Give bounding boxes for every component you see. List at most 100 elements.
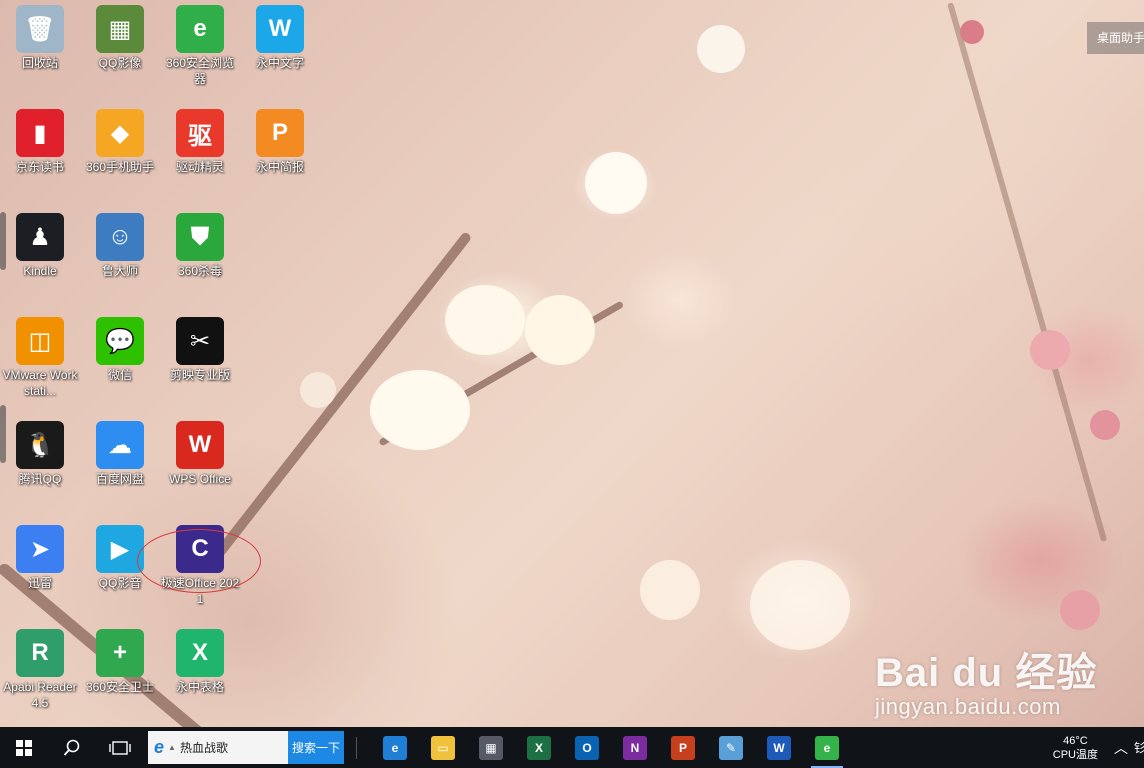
desktop-icon[interactable]: W WPS Office <box>160 421 240 487</box>
cpu-temperature[interactable]: 46°C CPU温度 <box>1053 734 1098 762</box>
desktop-icon-label: 腾讯QQ <box>18 472 62 486</box>
taskbar-app-word[interactable]: W <box>755 727 803 768</box>
taskbar-app-outlook[interactable]: O <box>563 727 611 768</box>
taskbar: e ▲ 热血战歌 搜索一下 e ▭ ▦ X O N P ✎ We 46°C CPU温度 ︿ 钐 <box>0 727 1144 768</box>
app-icon: W <box>256 5 304 53</box>
desktop-icon[interactable]: R Apabi Reader 4.5 <box>0 629 80 711</box>
blossom <box>1030 330 1070 370</box>
blossom <box>585 152 647 214</box>
app-icon: e <box>176 5 224 53</box>
blossom <box>370 370 470 450</box>
dropdown-arrow-icon: ▲ <box>168 743 176 752</box>
desktop-icon[interactable]: ⛊ 360杀毒 <box>160 213 240 279</box>
app-icon: ◫ <box>16 317 64 365</box>
desktop-icon[interactable]: ◫ VMware Workstati... <box>0 317 80 399</box>
desktop-icon[interactable]: ☁ 百度网盘 <box>80 421 160 487</box>
tray-expand-icon[interactable]: ︿ <box>1114 738 1128 758</box>
app-icon: 💬 <box>96 317 144 365</box>
desktop-icon-label: 京东读书 <box>15 160 64 174</box>
store-icon: ▦ <box>479 735 503 760</box>
desktop-icon[interactable]: +360安全卫士 <box>80 629 160 695</box>
app-icon: ▦ <box>96 5 144 53</box>
app-icon: 🐧 <box>16 421 64 469</box>
app-icon: W <box>176 421 224 469</box>
desktop-icon[interactable]: P 永中简报 <box>240 109 320 175</box>
watermark-brand: Bai du 经验 <box>875 651 1098 695</box>
desktop-icon-label: Kindle <box>23 264 57 278</box>
taskbar-search-box[interactable]: e ▲ 热血战歌 <box>148 731 288 764</box>
app-icon: 🗑 <box>16 5 64 53</box>
search-go-button[interactable]: 搜索一下 <box>288 731 344 764</box>
desktop-icon-label: 回收站 <box>21 56 58 70</box>
blossom <box>960 20 984 44</box>
desktop-icon-label: 永中表格 <box>175 680 224 694</box>
app-icon: ▮ <box>16 109 64 157</box>
desktop-icon[interactable]: ▦ QQ影像 <box>80 5 160 71</box>
blossom <box>525 295 595 365</box>
taskbar-app-file-explorer[interactable]: ▭ <box>419 727 467 768</box>
search-icon <box>63 739 80 756</box>
word-icon: W <box>767 735 791 760</box>
tray-ime-indicator[interactable]: 钐 <box>1134 739 1144 756</box>
desktop-icon[interactable]: 驱驱动精灵 <box>160 109 240 175</box>
taskbar-separator <box>356 736 357 759</box>
onenote-icon: N <box>623 735 647 760</box>
desktop-icon-label: QQ影像 <box>98 56 142 70</box>
desktop-assistant-tab[interactable]: 桌面助手 <box>1087 22 1144 54</box>
taskbar-app-edge[interactable]: e <box>371 727 419 768</box>
edge-icon: e <box>383 735 407 760</box>
branch-decoration <box>947 2 1108 543</box>
start-button[interactable] <box>0 727 48 768</box>
desktop-icon[interactable]: ➤ 迅雷 <box>0 525 80 591</box>
desktop-icon[interactable]: ▮ 京东读书 <box>0 109 80 175</box>
desktop-icon[interactable]: X 永中表格 <box>160 629 240 695</box>
taskbar-app-360-browser[interactable]: e <box>803 727 851 768</box>
desktop-icon-label: 360安全浏览器 <box>165 56 235 86</box>
search-button[interactable] <box>48 727 96 768</box>
desktop-icon-label: WPS Office <box>169 472 231 486</box>
desktop-icon-label: 剪映专业版 <box>169 368 230 382</box>
desktop-icon-label: 永中文字 <box>255 56 304 70</box>
taskbar-app-excel[interactable]: X <box>515 727 563 768</box>
desktop-icon-label: 百度网盘 <box>95 472 144 486</box>
ie-icon: e <box>154 737 165 757</box>
desktop-icon[interactable]: ◆ 360手机助手 <box>80 109 160 175</box>
desktop-icon-label: 永中简报 <box>255 160 304 174</box>
task-view-icon <box>109 740 131 755</box>
desktop-icon[interactable]: 💬 微信 <box>80 317 160 383</box>
desktop-icon-label: 鲁大师 <box>101 264 138 278</box>
outlook-icon: O <box>575 735 599 760</box>
desktop-icon[interactable]: ☺ 鲁大师 <box>80 213 160 279</box>
taskbar-app-store[interactable]: ▦ <box>467 727 515 768</box>
desktop-icon[interactable]: 🗑 回收站 <box>0 5 80 71</box>
blossom <box>697 25 745 73</box>
app-icon: ◆ <box>96 109 144 157</box>
powerpoint-icon: P <box>671 735 695 760</box>
app-icon: X <box>176 629 224 677</box>
desktop-icon[interactable]: e 360安全浏览器 <box>160 5 240 87</box>
taskbar-app-paint[interactable]: ✎ <box>707 727 755 768</box>
desktop-icon[interactable]: 🐧 腾讯QQ <box>0 421 80 487</box>
app-icon: ⛊ <box>176 213 224 261</box>
app-icon: ☺ <box>96 213 144 261</box>
highlight-circle <box>137 529 261 593</box>
taskbar-app-powerpoint[interactable]: P <box>659 727 707 768</box>
baidu-watermark: Bai du 经验 jingyan.baidu.com <box>875 640 1097 720</box>
taskbar-app-onenote[interactable]: N <box>611 727 659 768</box>
360-browser-icon: e <box>815 735 839 760</box>
blossom <box>640 560 700 620</box>
desktop-icon[interactable]: W 永中文字 <box>240 5 320 71</box>
app-icon: ♟ <box>16 213 64 261</box>
desktop-icon-label: Apabi Reader 4.5 <box>3 680 77 710</box>
app-icon: + <box>96 629 144 677</box>
cpu-temp-label: CPU温度 <box>1052 748 1098 761</box>
desktop-icon[interactable]: ♟ Kindle <box>0 213 80 279</box>
desktop-icon-label: 360杀毒 <box>177 264 223 278</box>
app-icon: ☁ <box>96 421 144 469</box>
system-tray: 46°C CPU温度 ︿ 钐 <box>1053 727 1144 768</box>
desktop-icon[interactable]: ✂ 剪映专业版 <box>160 317 240 383</box>
blossom <box>750 560 850 650</box>
desktop-icon-label: 360手机助手 <box>85 160 155 174</box>
app-icon: R <box>16 629 64 677</box>
task-view-button[interactable] <box>96 727 144 768</box>
